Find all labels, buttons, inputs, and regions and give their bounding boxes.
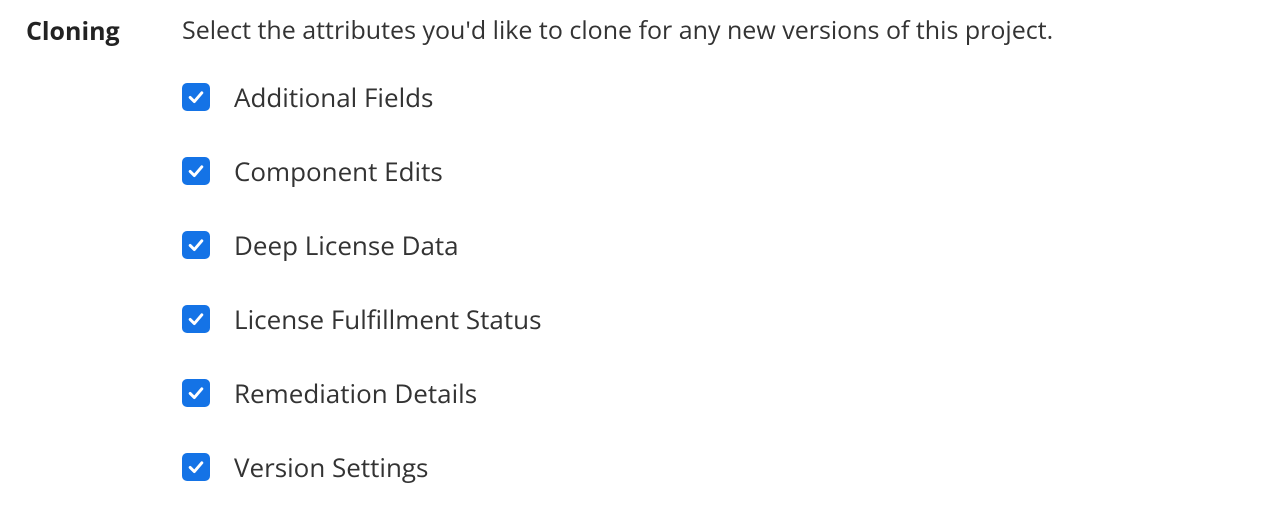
checkmark-icon bbox=[186, 235, 206, 255]
checkbox-version-settings[interactable] bbox=[182, 453, 210, 481]
option-deep-license-data: Deep License Data bbox=[182, 231, 1250, 259]
option-version-settings: Version Settings bbox=[182, 453, 1250, 481]
checkbox-additional-fields[interactable] bbox=[182, 83, 210, 111]
checkbox-component-edits[interactable] bbox=[182, 157, 210, 185]
option-label: License Fulfillment Status bbox=[234, 306, 541, 332]
option-label: Remediation Details bbox=[234, 380, 477, 406]
checkbox-license-fulfillment-status[interactable] bbox=[182, 305, 210, 333]
option-label: Deep License Data bbox=[234, 232, 459, 258]
option-component-edits: Component Edits bbox=[182, 157, 1250, 185]
checkmark-icon bbox=[186, 457, 206, 477]
checkmark-icon bbox=[186, 383, 206, 403]
option-remediation-details: Remediation Details bbox=[182, 379, 1250, 407]
option-label: Additional Fields bbox=[234, 84, 433, 110]
cloning-section: Cloning Select the attributes you'd like… bbox=[26, 14, 1250, 481]
cloning-option-list: Additional Fields Component Edits Deep L… bbox=[182, 83, 1250, 481]
option-label: Version Settings bbox=[234, 454, 428, 480]
section-content: Select the attributes you'd like to clon… bbox=[182, 14, 1250, 481]
checkbox-remediation-details[interactable] bbox=[182, 379, 210, 407]
option-additional-fields: Additional Fields bbox=[182, 83, 1250, 111]
section-title: Cloning bbox=[26, 14, 182, 48]
checkmark-icon bbox=[186, 309, 206, 329]
checkmark-icon bbox=[186, 161, 206, 181]
option-license-fulfillment-status: License Fulfillment Status bbox=[182, 305, 1250, 333]
option-label: Component Edits bbox=[234, 158, 443, 184]
checkmark-icon bbox=[186, 87, 206, 107]
section-description: Select the attributes you'd like to clon… bbox=[182, 14, 1250, 47]
checkbox-deep-license-data[interactable] bbox=[182, 231, 210, 259]
